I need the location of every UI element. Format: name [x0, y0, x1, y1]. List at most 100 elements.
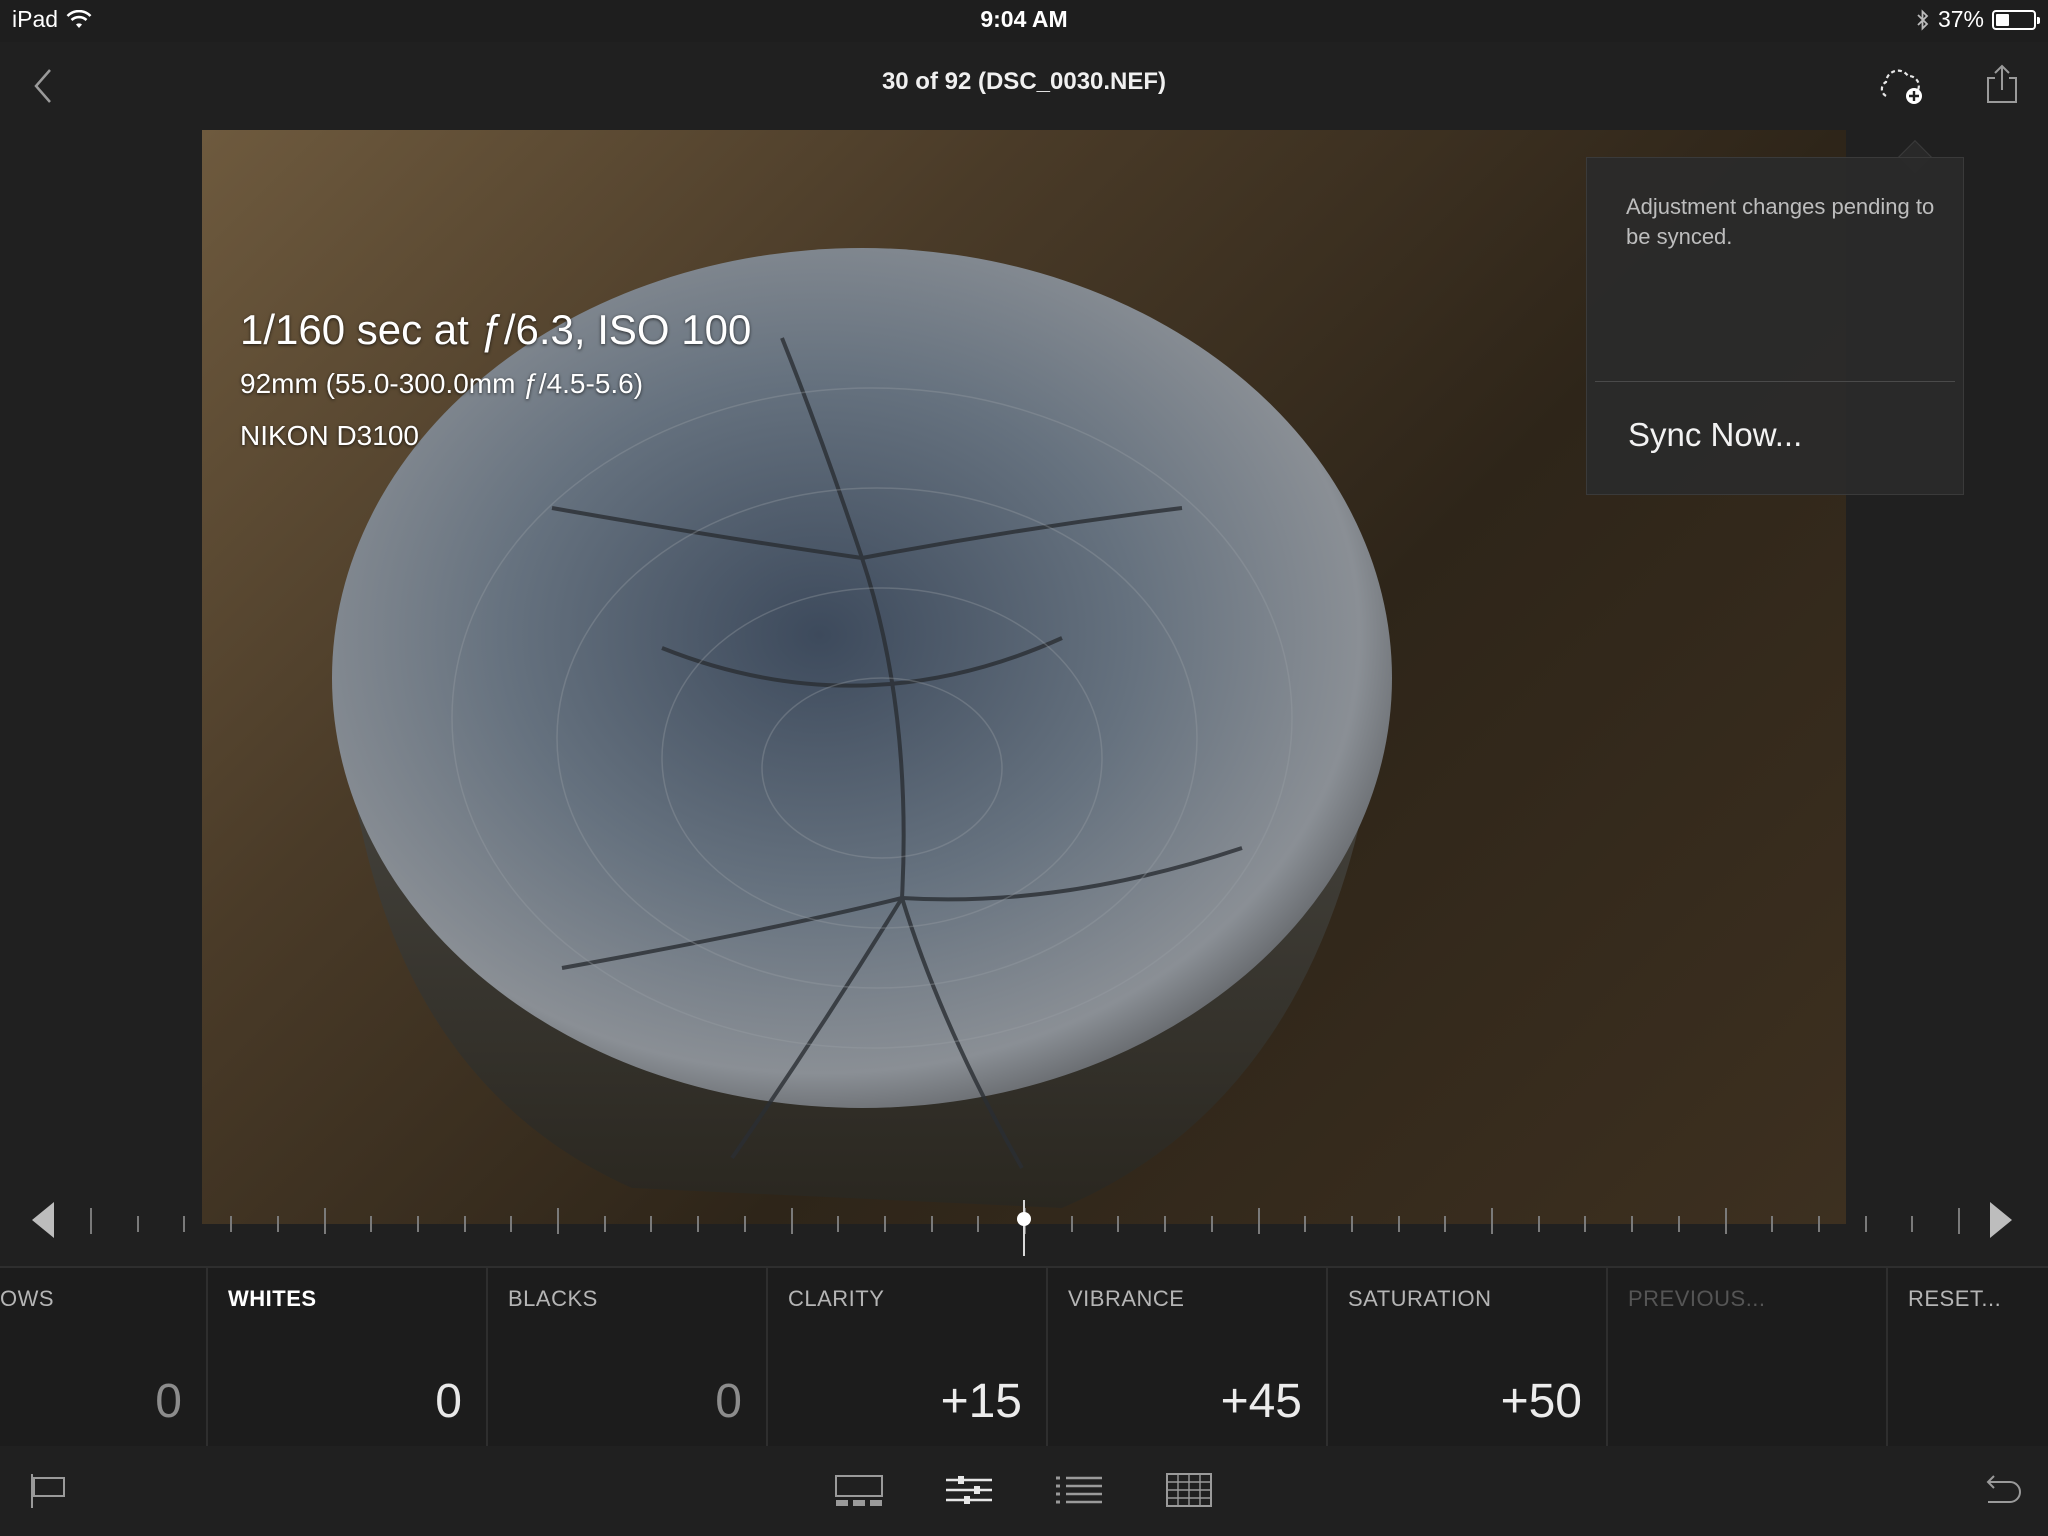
adjust-vibrance[interactable]: VIBRANCE +45	[1048, 1268, 1328, 1446]
sliders-icon	[946, 1476, 992, 1504]
adjust-value: 0	[155, 1375, 182, 1428]
adjust-label: BLACKS	[508, 1286, 598, 1311]
adjust-label: PREVIOUS...	[1628, 1286, 1766, 1311]
share-button[interactable]	[1982, 62, 2022, 108]
exif-exposure: 1/160 sec at ƒ/6.3, ISO 100	[240, 306, 752, 353]
share-icon	[1987, 64, 2017, 103]
slider-tick	[1398, 1216, 1400, 1232]
exif-info: 1/160 sec at ƒ/6.3, ISO 100 92mm (55.0-3…	[240, 302, 751, 462]
adjust-label: VIBRANCE	[1068, 1286, 1185, 1311]
adjust-label: SATURATION	[1348, 1286, 1492, 1311]
crop-view-icon	[835, 1475, 883, 1506]
slider-tick	[1818, 1216, 1820, 1232]
adjust-label: CLARITY	[788, 1286, 885, 1311]
chevron-left-icon	[34, 69, 51, 103]
adjust-blacks[interactable]: BLACKS 0	[488, 1268, 768, 1446]
slider-tick	[884, 1216, 886, 1232]
back-button[interactable]	[28, 64, 62, 108]
slider-tick	[137, 1216, 139, 1232]
photo-title: 30 of 92 (DSC_0030.NEF)	[881, 68, 1167, 95]
slider-tick	[650, 1216, 652, 1232]
battery-percent: 37%	[1937, 6, 1984, 32]
adjust-value: 0	[435, 1375, 462, 1428]
exif-camera: NIKON D3100	[240, 420, 419, 451]
adjust-whites[interactable]: WHITES 0	[208, 1268, 488, 1446]
slider-tick	[90, 1208, 92, 1234]
slider-next-arrow[interactable]	[1990, 1202, 2012, 1238]
top-toolbar: 30 of 92 (DSC_0030.NEF)	[0, 42, 2048, 130]
sync-now-button[interactable]: Sync Now...	[1628, 416, 1802, 454]
slider-tick	[697, 1216, 699, 1232]
exif-lens: 92mm (55.0-300.0mm ƒ/4.5-5.6)	[240, 368, 644, 399]
cloud-sync-icon	[1880, 69, 1922, 104]
adjust-clarity[interactable]: CLARITY +15	[768, 1268, 1048, 1446]
slider-tick	[557, 1208, 559, 1234]
bluetooth-icon	[1917, 8, 1929, 31]
slider-tick	[1164, 1216, 1166, 1232]
bottom-toolbar	[0, 1446, 2048, 1536]
slider-tick	[931, 1216, 933, 1232]
slider-tick	[977, 1216, 979, 1232]
slider-tick	[417, 1216, 419, 1232]
adjust-label: WHITES	[228, 1286, 317, 1311]
undo-icon	[1986, 1475, 2021, 1503]
adjust-button[interactable]	[944, 1468, 994, 1514]
reset-button[interactable]: RESET...	[1888, 1268, 2048, 1446]
slider-tick	[1117, 1216, 1119, 1232]
slider-tick	[1444, 1216, 1446, 1232]
adjust-value: +45	[1220, 1375, 1302, 1428]
adjust-value: +50	[1500, 1375, 1582, 1428]
slider-tick	[1725, 1208, 1727, 1234]
sync-message: Adjustment changes pending to be synced.	[1626, 194, 1935, 249]
popover-divider	[1595, 381, 1955, 382]
slider-prev-arrow[interactable]	[32, 1202, 54, 1238]
slider-tick	[1211, 1216, 1213, 1232]
slider-tick	[1351, 1216, 1353, 1232]
adjustment-slider[interactable]	[0, 1180, 2048, 1266]
crop-view-button[interactable]	[834, 1468, 884, 1514]
slider-tick	[1491, 1208, 1493, 1234]
grid-icon	[1166, 1473, 1212, 1507]
adjust-label: OWS	[0, 1286, 55, 1311]
flag-icon	[31, 1474, 65, 1508]
undo-button[interactable]	[1980, 1468, 2024, 1514]
slider-tick	[277, 1216, 279, 1232]
previous-button[interactable]: PREVIOUS...	[1608, 1268, 1888, 1446]
battery-fill	[1996, 13, 2009, 26]
slider-tick	[1958, 1208, 1960, 1234]
grid-button[interactable]	[1164, 1468, 1214, 1514]
slider-tick	[1911, 1216, 1913, 1232]
slider-tick	[464, 1216, 466, 1232]
flag-button[interactable]	[28, 1468, 72, 1514]
presets-button[interactable]	[1054, 1468, 1104, 1514]
slider-tick	[744, 1216, 746, 1232]
slider-tick	[324, 1208, 326, 1234]
slider-tick	[837, 1216, 839, 1232]
battery-icon	[1992, 9, 2040, 30]
adjustment-panel: OWS 0 WHITES 0 BLACKS 0 CLARITY +15 VIBR…	[0, 1266, 2048, 1446]
slider-tick	[230, 1216, 232, 1232]
slider-tick	[1678, 1216, 1680, 1232]
status-time: 9:04 AM	[980, 6, 1068, 32]
slider-tick	[791, 1208, 793, 1234]
adjust-value: 0	[715, 1375, 742, 1428]
slider-tick	[604, 1216, 606, 1232]
adjust-value: +15	[940, 1375, 1022, 1428]
status-right: 37%	[1916, 6, 2040, 33]
slider-tick	[1631, 1216, 1633, 1232]
slider-indicator	[1023, 1200, 1025, 1256]
adjust-label: RESET...	[1908, 1286, 2002, 1311]
adjust-saturation[interactable]: SATURATION +50	[1328, 1268, 1608, 1446]
adjust-shadows[interactable]: OWS 0	[0, 1268, 208, 1446]
list-icon	[1056, 1476, 1102, 1504]
slider-tick	[1584, 1216, 1586, 1232]
slider-knob[interactable]	[1017, 1212, 1031, 1226]
slider-tick	[510, 1216, 512, 1232]
slider-tick	[1771, 1216, 1773, 1232]
sync-popover: Adjustment changes pending to be synced.…	[1586, 157, 1964, 495]
slider-tick	[1304, 1216, 1306, 1232]
slider-tick	[183, 1216, 185, 1232]
slider-tick	[1865, 1216, 1867, 1232]
slider-tick	[1538, 1216, 1540, 1232]
cloud-sync-button[interactable]	[1874, 64, 1930, 108]
